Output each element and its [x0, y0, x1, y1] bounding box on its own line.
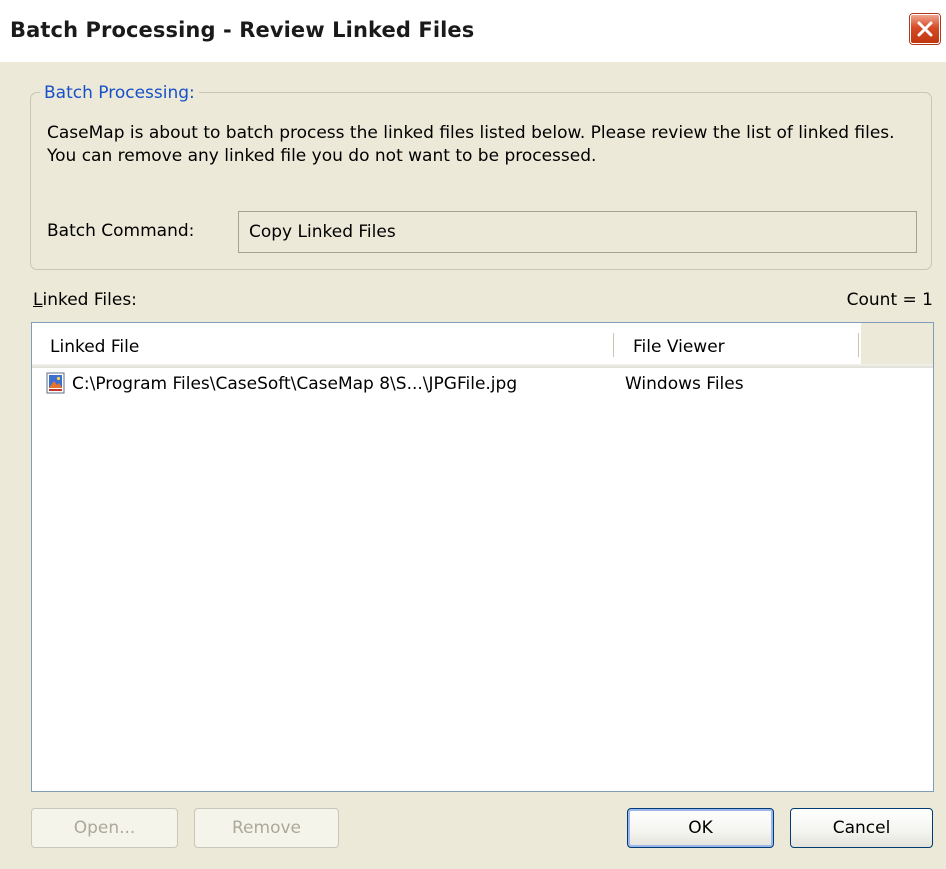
cancel-button[interactable]: Cancel — [790, 808, 933, 848]
table-row[interactable]: C:\Program Files\CaseSoft\CaseMap 8\S...… — [32, 367, 933, 401]
batch-processing-dialog: Batch Processing - Review Linked Files B… — [0, 0, 946, 869]
count-label: Count = 1 — [846, 290, 933, 310]
file-viewer-cell: Windows Files — [625, 374, 744, 394]
group-legend: Batch Processing: — [40, 84, 199, 102]
column-header-file-viewer[interactable]: File Viewer — [633, 337, 725, 357]
title-bar[interactable]: Batch Processing - Review Linked Files — [0, 0, 946, 62]
close-icon — [917, 21, 933, 37]
linked-files-label: Linked Files: — [33, 290, 137, 310]
linked-files-label-rest: inked Files: — [42, 290, 137, 310]
window-title: Batch Processing - Review Linked Files — [10, 18, 475, 42]
batch-command-label: Batch Command: — [47, 221, 195, 241]
description-text: CaseMap is about to batch process the li… — [47, 123, 895, 166]
remove-button[interactable]: Remove — [194, 808, 339, 848]
jpg-file-icon — [46, 372, 65, 394]
linked-file-path: C:\Program Files\CaseSoft\CaseMap 8\S...… — [72, 374, 518, 394]
column-header-linked-file[interactable]: Linked File — [50, 337, 139, 357]
list-header: Linked File File Viewer — [32, 323, 933, 368]
linked-files-list[interactable]: Linked File File Viewer C:\Program Files… — [31, 322, 934, 792]
open-button[interactable]: Open... — [31, 808, 178, 848]
column-divider[interactable] — [613, 333, 614, 357]
ok-button[interactable]: OK — [627, 808, 774, 848]
column-header-filler — [861, 323, 933, 364]
batch-command-field: Copy Linked Files — [238, 211, 917, 253]
close-button[interactable] — [910, 14, 940, 44]
column-divider[interactable] — [858, 333, 859, 357]
